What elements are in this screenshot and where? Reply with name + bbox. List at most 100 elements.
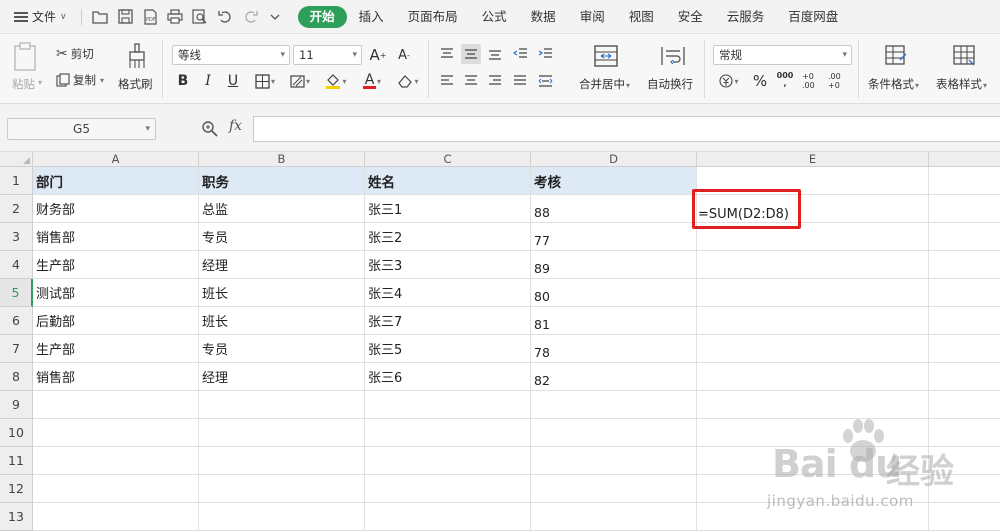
font-name-select[interactable]: 等线 [172, 45, 290, 65]
cell[interactable] [365, 419, 531, 447]
cell[interactable] [929, 391, 1000, 419]
cell[interactable] [531, 447, 697, 475]
row-header-10[interactable]: 10 [0, 419, 33, 447]
tab-page-layout[interactable]: 页面布局 [396, 6, 470, 28]
name-box[interactable]: G5 [7, 118, 156, 140]
align-left-icon[interactable] [437, 71, 457, 91]
align-top-icon[interactable] [437, 44, 457, 64]
cell[interactable]: 89 [531, 251, 697, 279]
cell[interactable] [199, 503, 365, 531]
number-format-select[interactable]: 常规 [713, 45, 852, 65]
currency-format-button[interactable]: ▾ [714, 71, 744, 91]
cell[interactable]: 专员 [199, 223, 365, 251]
cell[interactable] [929, 223, 1000, 251]
tab-data[interactable]: 数据 [519, 6, 568, 28]
cell[interactable] [33, 391, 199, 419]
tab-insert[interactable]: 插入 [347, 6, 396, 28]
open-folder-icon[interactable] [92, 8, 109, 25]
spreadsheet-grid[interactable]: A B C D E 1 部门 职务 姓名 考核 2 财务部 总监 张三1 88 3 销售部 专员 张三2 77 4 生产部… [0, 152, 1000, 531]
cell[interactable]: 后勤部 [33, 307, 199, 335]
justify-icon[interactable] [510, 71, 530, 91]
row-header-11[interactable]: 11 [0, 447, 33, 475]
row-header-4[interactable]: 4 [0, 251, 33, 279]
cell[interactable] [199, 419, 365, 447]
paste-dropdown-icon[interactable]: ▾ [38, 78, 42, 87]
cell[interactable]: 销售部 [33, 223, 199, 251]
cell[interactable] [697, 391, 929, 419]
zoom-formula-icon[interactable] [201, 120, 218, 140]
print-preview-icon[interactable] [192, 8, 209, 25]
copy-dropdown-icon[interactable]: ▾ [100, 76, 104, 85]
row-header-5[interactable]: 5 [0, 279, 33, 307]
tab-baidu-netdisk[interactable]: 百度网盘 [776, 6, 850, 28]
align-right-icon[interactable] [485, 71, 505, 91]
indent-decrease-icon[interactable] [510, 44, 530, 64]
wrap-text-button[interactable] [660, 44, 686, 71]
cell[interactable]: 张三4 [365, 279, 531, 307]
cell[interactable] [929, 279, 1000, 307]
cell[interactable]: 张三1 [365, 195, 531, 223]
cell[interactable]: 78 [531, 335, 697, 363]
cell[interactable] [929, 475, 1000, 503]
cell[interactable] [697, 363, 929, 391]
cell[interactable] [33, 503, 199, 531]
insert-function-button[interactable]: fx [229, 118, 242, 134]
save-icon[interactable] [117, 8, 134, 25]
formula-input[interactable] [253, 116, 1000, 142]
bold-button[interactable]: B [173, 71, 193, 91]
column-header-f[interactable] [929, 152, 1000, 167]
cell[interactable] [33, 447, 199, 475]
cell[interactable]: 张三2 [365, 223, 531, 251]
cell[interactable]: 88 [531, 195, 697, 223]
cell[interactable] [929, 447, 1000, 475]
cell[interactable] [33, 419, 199, 447]
column-header-d[interactable]: D [531, 152, 697, 167]
cell[interactable] [365, 391, 531, 419]
cell[interactable] [365, 447, 531, 475]
cell[interactable]: 生产部 [33, 335, 199, 363]
cell[interactable] [199, 475, 365, 503]
font-color-button[interactable]: A ▾ [357, 71, 387, 91]
fill-pattern-button[interactable]: ▾ [285, 71, 315, 91]
increase-font-size-icon[interactable]: A + [368, 45, 388, 65]
font-size-select[interactable]: 11 [293, 45, 362, 65]
format-painter-button[interactable] [125, 42, 149, 73]
cell[interactable]: 班长 [199, 307, 365, 335]
row-header-9[interactable]: 9 [0, 391, 33, 419]
cell[interactable]: 考核 [531, 167, 697, 195]
cell[interactable]: 部门 [33, 167, 199, 195]
align-bottom-icon[interactable] [485, 44, 505, 64]
cell[interactable]: 张三5 [365, 335, 531, 363]
cell[interactable] [697, 475, 929, 503]
cell[interactable] [929, 167, 1000, 195]
cell[interactable] [929, 419, 1000, 447]
cell[interactable]: 测试部 [33, 279, 199, 307]
column-header-c[interactable]: C [365, 152, 531, 167]
row-header-3[interactable]: 3 [0, 223, 33, 251]
row-header-6[interactable]: 6 [0, 307, 33, 335]
column-header-b[interactable]: B [199, 152, 365, 167]
cell[interactable] [531, 419, 697, 447]
cell[interactable] [531, 391, 697, 419]
cell[interactable] [697, 447, 929, 475]
borders-button[interactable]: ▾ [250, 71, 280, 91]
cell[interactable] [697, 307, 929, 335]
select-all-corner[interactable] [0, 152, 33, 167]
column-header-e[interactable]: E [697, 152, 929, 167]
cell[interactable] [697, 503, 929, 531]
cell[interactable]: 经理 [199, 363, 365, 391]
row-header-7[interactable]: 7 [0, 335, 33, 363]
cell[interactable]: 销售部 [33, 363, 199, 391]
cell[interactable]: 张三7 [365, 307, 531, 335]
cell[interactable] [929, 195, 1000, 223]
cell[interactable] [697, 251, 929, 279]
customize-toolbar-icon[interactable] [267, 8, 284, 25]
cell[interactable]: 经理 [199, 251, 365, 279]
cell[interactable]: 80 [531, 279, 697, 307]
cell[interactable] [365, 503, 531, 531]
cell[interactable] [929, 335, 1000, 363]
tab-view[interactable]: 视图 [617, 6, 666, 28]
tab-home[interactable]: 开始 [297, 5, 347, 28]
cell[interactable] [365, 475, 531, 503]
cell[interactable]: 77 [531, 223, 697, 251]
